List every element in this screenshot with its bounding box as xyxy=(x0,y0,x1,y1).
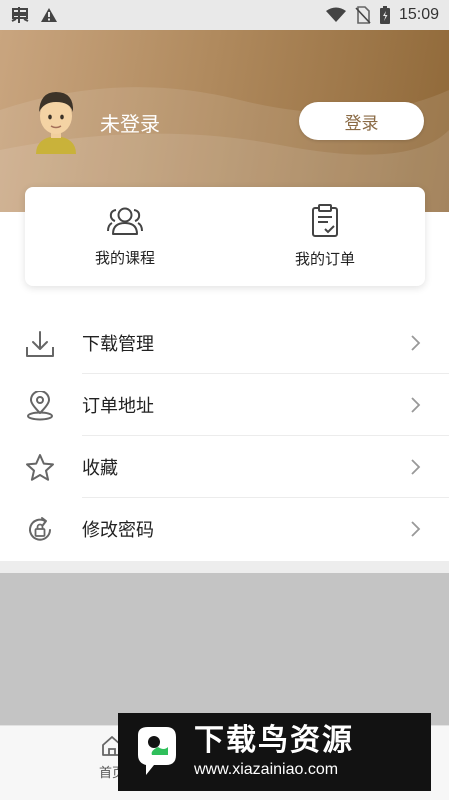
location-pin-icon xyxy=(24,391,56,421)
login-button[interactable]: 登录 xyxy=(299,102,424,140)
my-courses-button[interactable]: 我的课程 xyxy=(25,187,225,286)
star-icon xyxy=(24,453,56,483)
chevron-right-icon xyxy=(411,459,421,475)
download-icon xyxy=(24,329,56,359)
my-courses-label: 我的课程 xyxy=(94,249,155,267)
people-icon xyxy=(107,207,143,235)
avatar[interactable] xyxy=(30,88,82,154)
profile-header: 未登录 登录 xyxy=(0,30,449,212)
chevron-right-icon xyxy=(411,335,421,351)
bug-icon xyxy=(10,6,30,24)
status-time: 15:09 xyxy=(398,6,439,23)
chevron-right-icon xyxy=(411,397,421,413)
menu-item-label: 修改密码 xyxy=(82,520,154,541)
chevron-right-icon xyxy=(411,521,421,537)
section-gap xyxy=(0,561,449,573)
my-orders-label: 我的订单 xyxy=(294,250,355,268)
watermark-title: 下载鸟资源 xyxy=(194,723,354,758)
wifi-icon xyxy=(325,7,347,23)
my-orders-button[interactable]: 我的订单 xyxy=(225,187,425,286)
order-icon xyxy=(312,204,338,237)
bird-logo-icon xyxy=(138,727,176,775)
menu-item-label: 下载管理 xyxy=(82,334,154,355)
watermark-banner: 下载鸟资源 www.xiazainiao.com xyxy=(118,713,431,791)
menu-item-label: 订单地址 xyxy=(82,396,154,417)
lock-reset-icon xyxy=(24,515,56,545)
menu-item-download-manager[interactable]: 下载管理 xyxy=(0,312,449,374)
menu-item-order-address[interactable]: 订单地址 xyxy=(0,374,449,436)
menu-item-change-password[interactable]: 修改密码 xyxy=(0,498,449,560)
status-bar: 15:09 xyxy=(0,0,449,30)
user-name: 未登录 xyxy=(100,112,160,136)
battery-icon xyxy=(379,6,391,24)
warning-icon xyxy=(40,7,58,23)
quick-links-card: 我的课程 我的订单 xyxy=(25,187,425,286)
no-sim-icon xyxy=(355,6,371,24)
menu-item-label: 收藏 xyxy=(82,458,118,479)
settings-menu: 下载管理 订单地址 收藏 修改密码 xyxy=(0,312,449,560)
watermark-url: www.xiazainiao.com xyxy=(194,761,339,778)
menu-item-favorites[interactable]: 收藏 xyxy=(0,436,449,498)
empty-content-area xyxy=(0,573,449,725)
